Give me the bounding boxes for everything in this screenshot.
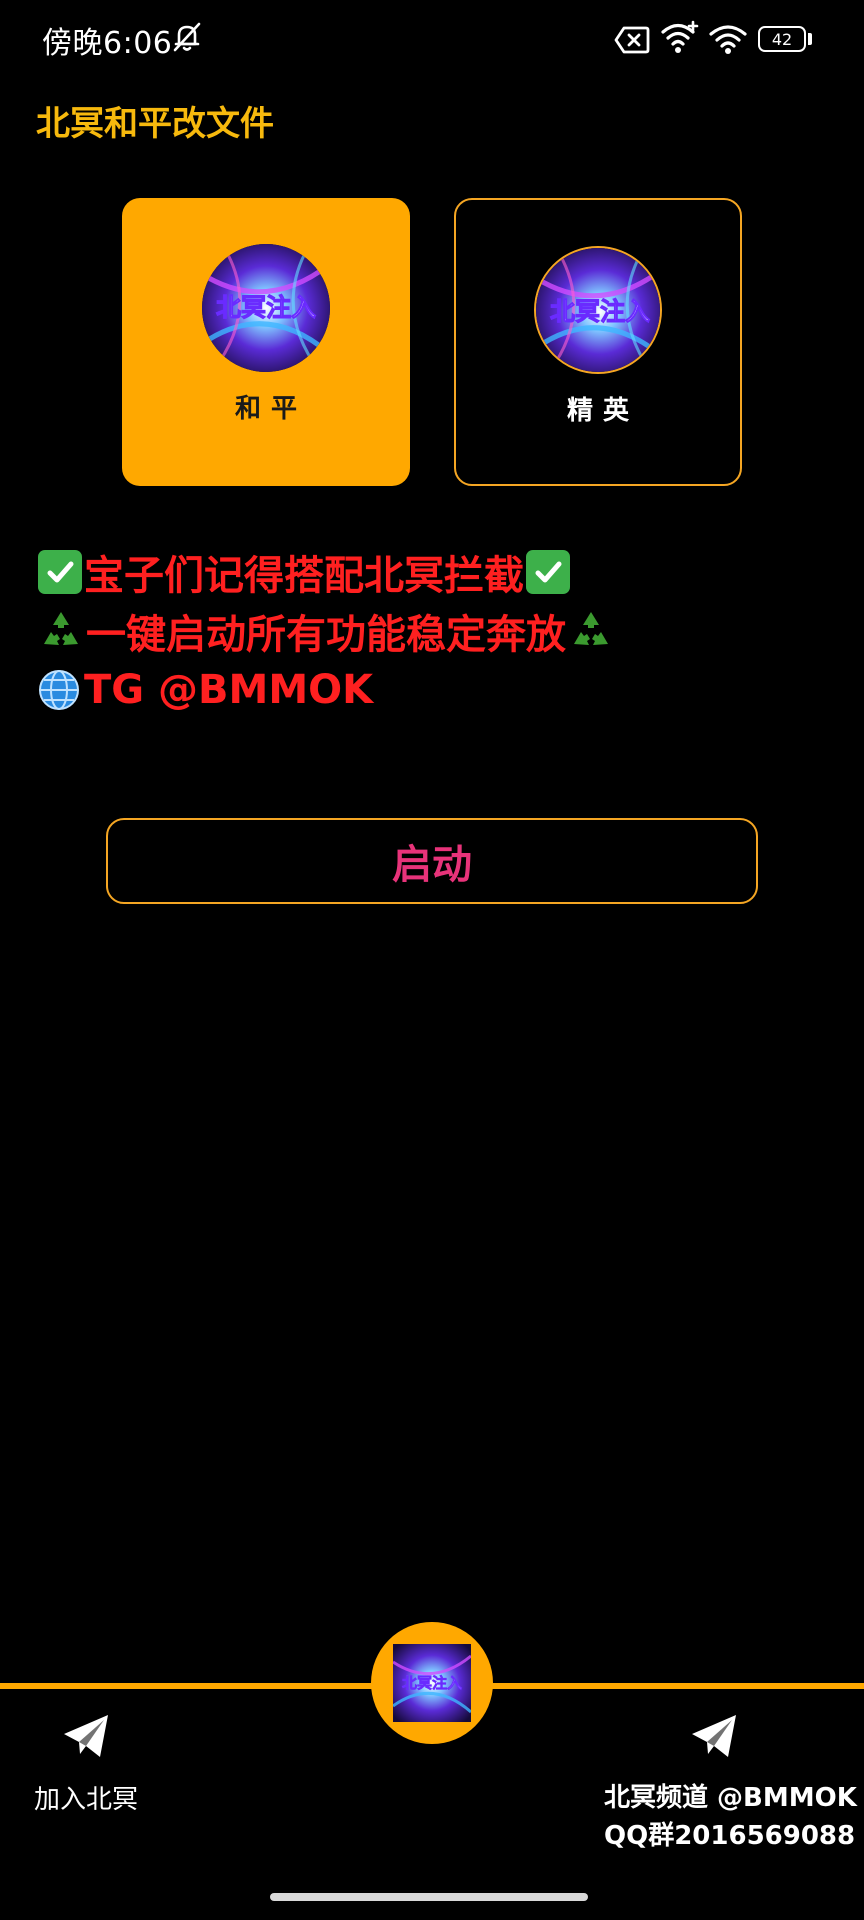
channel-label: 北冥频道 @BMMOK	[604, 1783, 857, 1813]
notice-line-2: 一键启动所有功能稳定奔放	[36, 603, 836, 659]
check-mark-icon	[38, 550, 82, 594]
status-bar: 傍晚6:06 42	[0, 0, 864, 80]
notice-line-1: 宝子们记得搭配北冥拦截	[36, 544, 836, 600]
send-icon[interactable]	[60, 1710, 112, 1762]
join-label[interactable]: 加入北冥	[34, 1779, 138, 1816]
recycle-icon	[44, 612, 78, 645]
notice-line-3-text: TG @BMMOK	[84, 667, 374, 713]
sim-error-icon	[614, 26, 650, 54]
bell-off-icon	[173, 22, 201, 52]
check-mark-icon	[526, 550, 570, 594]
status-time: 傍晚6:06	[42, 26, 173, 61]
app-screen: 傍晚6:06 42 北冥和平改文件 北冥注入 和平 北冥注入 精英 宝子们记得搭…	[0, 0, 864, 1920]
start-button[interactable]: 启动	[106, 818, 758, 904]
qq-group-label: QQ群2016569088	[604, 1821, 856, 1851]
notice-line-1-text: 宝子们记得搭配北冥拦截	[84, 553, 524, 599]
logo-text: 北冥注入	[402, 1674, 462, 1692]
mode-label-peace: 和平	[234, 394, 307, 424]
mode-label-elite: 精英	[566, 396, 639, 426]
send-icon[interactable]	[688, 1710, 740, 1762]
app-logo: 北冥注入	[393, 1644, 471, 1722]
page-title: 北冥和平改文件	[36, 104, 274, 144]
logo-text: 北冥注入	[216, 293, 316, 322]
center-logo-button[interactable]: 北冥注入	[371, 1622, 493, 1744]
battery-indicator: 42	[758, 26, 806, 52]
logo-text: 北冥注入	[550, 297, 650, 326]
app-logo: 北冥注入	[534, 246, 662, 374]
notice-line-2-text: 一键启动所有功能稳定奔放	[86, 612, 566, 658]
mode-card-peace[interactable]: 北冥注入 和平	[122, 198, 410, 486]
recycle-icon	[574, 612, 608, 645]
mode-card-elite[interactable]: 北冥注入 精英	[454, 198, 742, 486]
home-indicator[interactable]	[270, 1893, 588, 1901]
battery-level: 42	[771, 29, 793, 49]
globe-icon	[39, 670, 79, 710]
battery-tip	[808, 33, 812, 45]
wifi-icon	[661, 20, 699, 53]
notice-text: 宝子们记得搭配北冥拦截 一键启动所有功能稳定奔放 TG @BMMOK	[36, 544, 836, 721]
channel-info[interactable]: 北冥频道 @BMMOK QQ群2016569088	[604, 1779, 857, 1855]
app-logo: 北冥注入	[202, 244, 330, 372]
notice-line-3: TG @BMMOK	[36, 662, 836, 718]
wifi-icon	[709, 25, 747, 54]
